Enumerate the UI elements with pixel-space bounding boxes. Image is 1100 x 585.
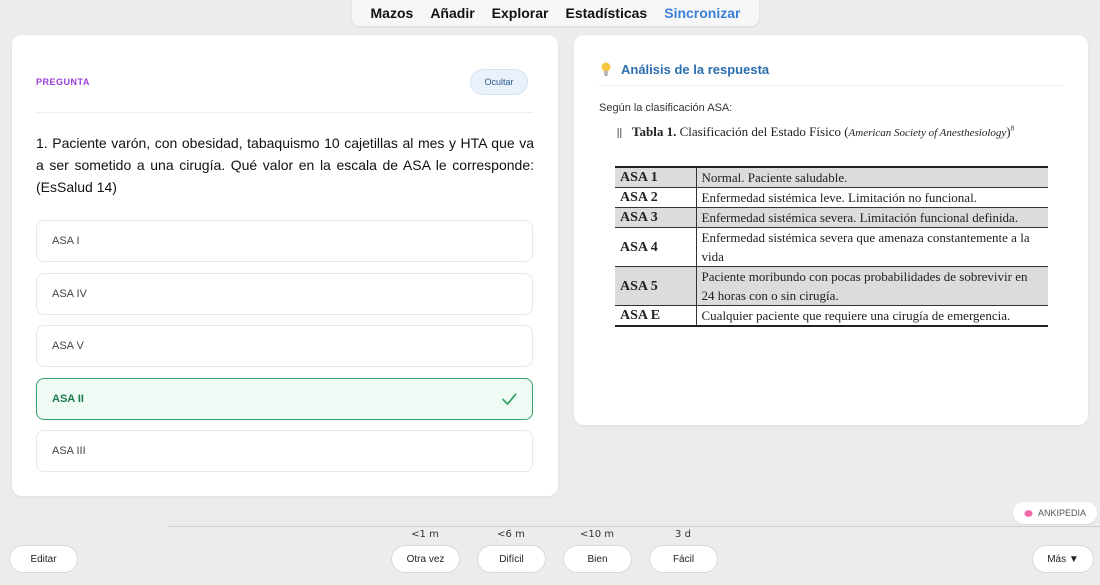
table-row: ASA 2 Enfermedad sistémica leve. Limitac…	[615, 187, 1048, 208]
asa-value: Cualquier paciente que requiere una ciru…	[696, 305, 1048, 327]
asa-value: Enfermedad sistémica severa que amenaza …	[696, 227, 1048, 267]
caption-text: Clasificación del Estado Físico (	[679, 124, 849, 139]
option-label: ASA III	[52, 445, 86, 457]
question-label: PREGUNTA	[36, 77, 90, 87]
tab-sincronizar[interactable]: Sincronizar	[664, 5, 740, 21]
tab-mazos[interactable]: Mazos	[371, 5, 414, 21]
brain-icon	[1024, 509, 1033, 517]
option-label: ASA II	[52, 393, 84, 405]
table-caption: Tabla 1. Clasificación del Estado Físico…	[632, 124, 1014, 140]
option-asa-1[interactable]: ASA I	[36, 220, 533, 262]
table-row: ASA 1 Normal. Paciente saludable.	[615, 166, 1048, 188]
ankipedia-badge[interactable]: ANKIPEDIA	[1013, 502, 1097, 524]
asa-key: ASA 4	[615, 227, 697, 267]
ease-interval: 3 d	[675, 529, 691, 540]
good-button[interactable]: Bien	[563, 545, 632, 573]
divider	[36, 112, 533, 113]
asa-key: ASA E	[615, 305, 697, 327]
table-row: ASA 5 Paciente moribundo con pocas proba…	[615, 266, 1048, 306]
option-label: ASA IV	[52, 288, 87, 300]
option-label: ASA I	[52, 235, 80, 247]
lightbulb-icon	[601, 62, 611, 76]
asa-key: ASA 3	[615, 207, 697, 228]
caption-italic: American Society of Anesthesiology	[848, 127, 1007, 139]
asa-key: ASA 2	[615, 187, 697, 208]
asa-table: ASA 1 Normal. Paciente saludable. ASA 2 …	[615, 166, 1048, 327]
caption-marker-icon	[617, 128, 622, 138]
hide-button[interactable]: Ocultar	[470, 69, 528, 95]
more-button[interactable]: Más ▼	[1032, 545, 1094, 573]
table-row: ASA E Cualquier paciente que requiere un…	[615, 305, 1048, 327]
question-card: PREGUNTA Ocultar 1. Paciente varón, con …	[12, 35, 558, 496]
analysis-card: Análisis de la respuesta Según la clasif…	[574, 35, 1088, 425]
again-button[interactable]: Otra vez	[391, 545, 460, 573]
ease-interval: <1 m	[411, 529, 439, 540]
analysis-title-text: Análisis de la respuesta	[621, 61, 770, 77]
edit-button[interactable]: Editar	[9, 545, 78, 573]
table-row: ASA 3 Enfermedad sistémica severa. Limit…	[615, 207, 1048, 228]
top-nav: Mazos Añadir Explorar Estadísticas Sincr…	[352, 0, 759, 26]
ease-interval: <6 m	[497, 529, 525, 540]
checkmark-icon	[502, 393, 517, 405]
asa-key: ASA 5	[615, 266, 697, 306]
ankipedia-label: ANKIPEDIA	[1037, 508, 1086, 518]
tab-anadir[interactable]: Añadir	[430, 5, 474, 21]
tab-explorar[interactable]: Explorar	[492, 5, 549, 21]
asa-key: ASA 1	[615, 166, 697, 188]
asa-value: Paciente moribundo con pocas probabilida…	[696, 266, 1048, 306]
ease-interval: <10 m	[579, 529, 615, 540]
caption-sup: 8	[1010, 124, 1015, 133]
divider	[168, 526, 1100, 527]
option-asa-4[interactable]: ASA IV	[36, 273, 533, 315]
asa-value: Enfermedad sistémica severa. Limitación …	[696, 207, 1048, 228]
asa-value: Enfermedad sistémica leve. Limitación no…	[696, 187, 1048, 208]
option-asa-5[interactable]: ASA V	[36, 325, 533, 367]
option-label: ASA V	[52, 340, 84, 352]
analysis-intro: Según la clasificación ASA:	[599, 102, 733, 114]
analysis-title: Análisis de la respuesta	[599, 61, 769, 77]
divider	[599, 85, 1063, 86]
question-text: 1. Paciente varón, con obesidad, tabaqui…	[36, 135, 534, 195]
tab-estadisticas[interactable]: Estadísticas	[566, 5, 648, 21]
hard-button[interactable]: Difícil	[477, 545, 546, 573]
caption-bold: Tabla 1.	[632, 124, 677, 139]
table-row: ASA 4 Enfermedad sistémica severa que am…	[615, 227, 1048, 267]
option-asa-3[interactable]: ASA III	[36, 430, 533, 472]
bottom-bar: Editar <1 m <6 m <10 m 3 d Otra vez Difí…	[0, 526, 1100, 585]
asa-value: Normal. Paciente saludable.	[696, 166, 1048, 188]
option-asa-2-correct[interactable]: ASA II	[36, 378, 533, 420]
easy-button[interactable]: Fácil	[649, 545, 718, 573]
